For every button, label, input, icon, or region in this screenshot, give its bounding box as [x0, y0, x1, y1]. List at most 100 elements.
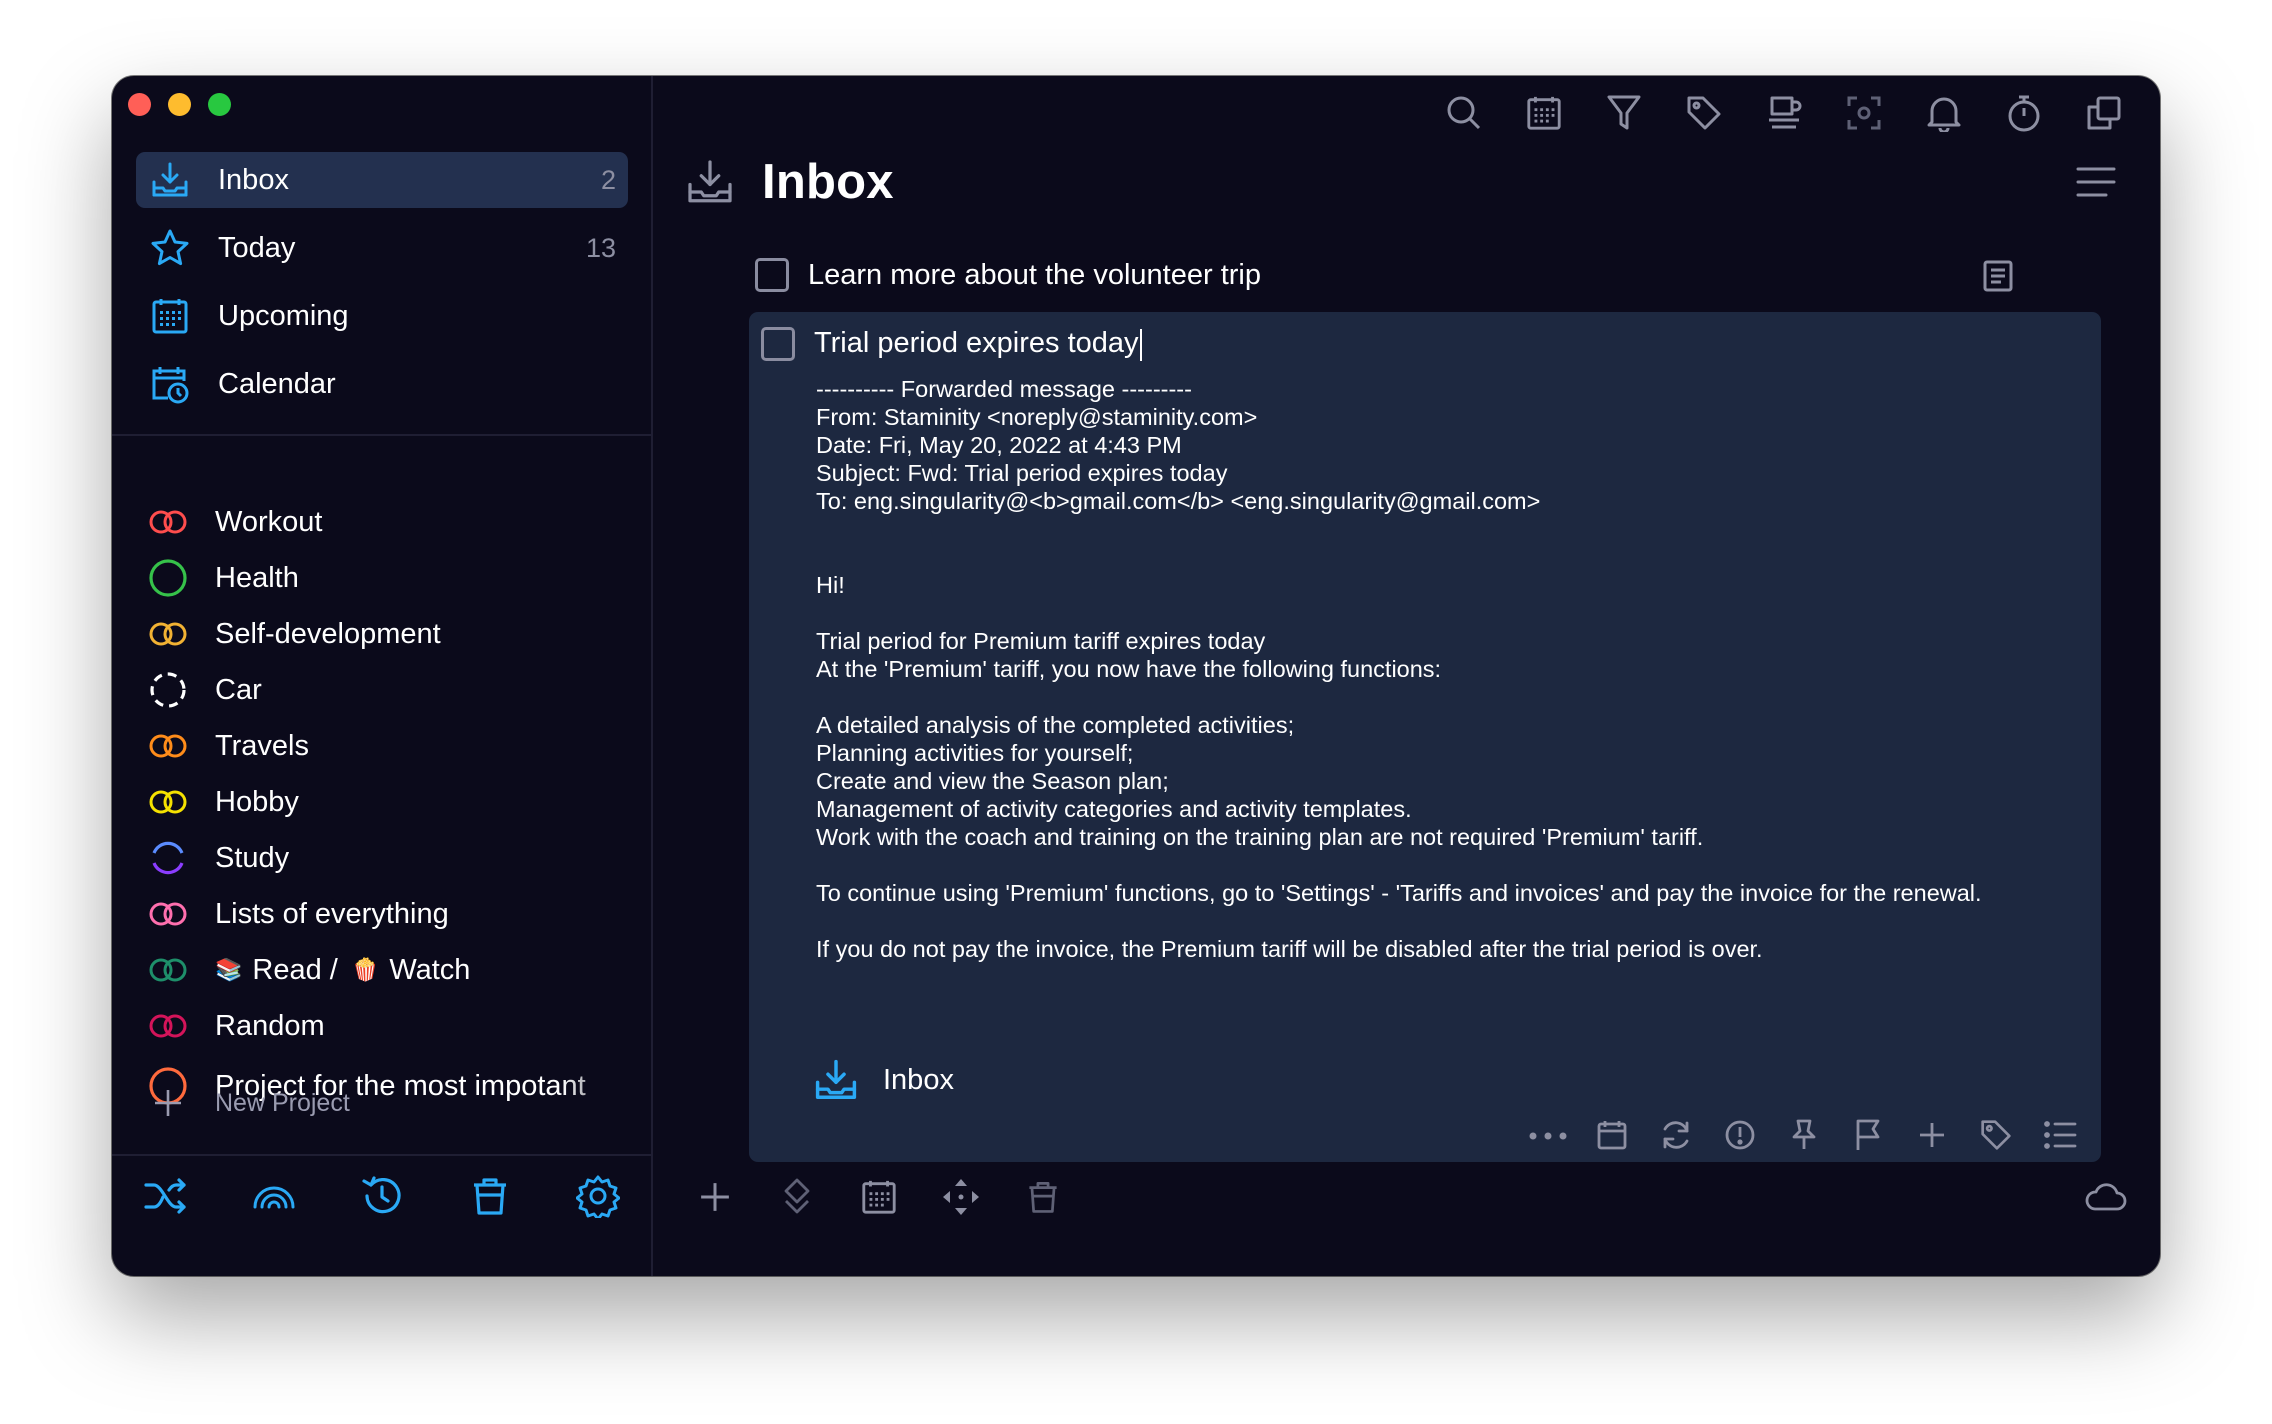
sidebar-item-upcoming[interactable]: Upcoming: [136, 288, 628, 344]
project-study[interactable]: Study: [146, 830, 636, 886]
focus-button[interactable]: [1837, 89, 1890, 142]
sort-menu-button[interactable]: [2074, 160, 2118, 204]
plus-icon: [1917, 1120, 1947, 1155]
priority-button[interactable]: [1719, 1116, 1761, 1158]
task-note-indicator[interactable]: [1980, 258, 2020, 298]
gear-icon: [575, 1174, 621, 1223]
history-button[interactable]: [352, 1168, 412, 1228]
inbox-tray-icon: [148, 158, 192, 202]
project-label: Workout: [215, 505, 323, 538]
sidebar-item-label: Inbox: [218, 163, 289, 196]
trash-icon: [470, 1175, 510, 1222]
task-title[interactable]: Learn more about the volunteer trip: [808, 259, 1261, 292]
delete-button[interactable]: [1018, 1174, 1068, 1224]
mini-window-button[interactable]: [2077, 89, 2130, 142]
project-label: Car: [215, 673, 262, 706]
filter-button[interactable]: [1597, 89, 1650, 142]
zoom-window-button[interactable]: [208, 93, 231, 116]
note-icon: [1980, 260, 2016, 298]
plus-icon: [146, 1081, 190, 1125]
pin-button[interactable]: [1783, 1116, 1825, 1158]
sidebar-item-label: Calendar: [218, 367, 336, 400]
task-project-label[interactable]: Inbox: [813, 1057, 954, 1103]
task-checkbox[interactable]: [755, 258, 789, 292]
infinity-rings-icon: [146, 892, 190, 936]
notes-line: Trial period for Premium tariff expires …: [816, 628, 1266, 654]
task-checkbox[interactable]: [761, 327, 795, 361]
sidebar-item-today[interactable]: Today 13: [136, 220, 628, 276]
project-random[interactable]: Random: [146, 998, 636, 1054]
new-project-button[interactable]: New Project: [146, 1081, 350, 1125]
notes-blank-line: [816, 907, 2071, 935]
diamond-stack-icon: [782, 1177, 812, 1222]
sidebar-nav: Inbox 2 Today 13 Upcoming Calendar: [136, 152, 628, 424]
windows-stack-icon: [2086, 95, 2122, 136]
sidebar-item-calendar[interactable]: Calendar: [136, 356, 628, 412]
task-title-input[interactable]: Trial period expires today: [814, 327, 1142, 361]
schedule-button[interactable]: [1591, 1116, 1633, 1158]
checklist-button[interactable]: [2039, 1116, 2081, 1158]
notes-blank-line: [816, 683, 2071, 711]
task-row[interactable]: Trial period expires today: [761, 327, 1142, 361]
rainbow-button[interactable]: [244, 1168, 304, 1228]
shuffle-button[interactable]: [136, 1168, 196, 1228]
notes-line: Hi!: [816, 572, 845, 598]
project-read-watch[interactable]: 📚 Read / 🍿 Watch: [146, 942, 636, 998]
project-hobby[interactable]: Hobby: [146, 774, 636, 830]
notes-line: Planning activities for yourself;: [816, 740, 1134, 766]
page-title: Inbox: [762, 155, 894, 209]
flag-button[interactable]: [1847, 1116, 1889, 1158]
sidebar-item-inbox[interactable]: Inbox 2: [136, 152, 628, 208]
schedule-all-button[interactable]: [854, 1174, 904, 1224]
project-health[interactable]: Health: [146, 550, 636, 606]
project-car[interactable]: Car: [146, 662, 636, 718]
add-subtask-button[interactable]: [1911, 1116, 1953, 1158]
priority-sort-button[interactable]: [772, 1174, 822, 1224]
settings-button[interactable]: [568, 1168, 628, 1228]
add-task-button[interactable]: [690, 1174, 740, 1224]
new-project-label: New Project: [215, 1088, 350, 1117]
sync-button[interactable]: [2080, 1174, 2130, 1224]
exclamation-circle-icon: [1724, 1119, 1756, 1156]
project-workout[interactable]: Workout: [146, 494, 636, 550]
notes-line: To continue using 'Premium' functions, g…: [816, 880, 1982, 906]
calendar-grid-icon: [148, 294, 192, 338]
pin-icon: [1788, 1118, 1820, 1157]
infinity-rings-icon: [146, 780, 190, 824]
sidebar-divider: [112, 434, 653, 436]
minimize-window-button[interactable]: [168, 93, 191, 116]
project-name: Inbox: [883, 1063, 954, 1096]
sidebar-item-label: Upcoming: [218, 299, 349, 332]
close-window-button[interactable]: [128, 93, 151, 116]
popcorn-emoji: 🍿: [351, 957, 380, 982]
notes-line: From: Staminity <noreply@staminity.com>: [816, 404, 1258, 430]
notes-blank-line: [816, 851, 2071, 879]
notifications-button[interactable]: [1917, 89, 1970, 142]
infinity-rings-icon: [146, 500, 190, 544]
coffee-cup-icon: [1765, 94, 1803, 137]
add-tag-button[interactable]: [1975, 1116, 2017, 1158]
timer-button[interactable]: [1997, 89, 2050, 142]
search-button[interactable]: [1437, 89, 1490, 142]
move-button[interactable]: [936, 1174, 986, 1224]
break-button[interactable]: [1757, 89, 1810, 142]
calendar-grid-icon: [1525, 94, 1563, 137]
more-button[interactable]: [1527, 1116, 1569, 1158]
task-row[interactable]: Learn more about the volunteer trip: [755, 258, 1261, 292]
task-notes[interactable]: ---------- Forwarded message --------- Fr…: [816, 375, 2071, 963]
task-count-badge: 2: [600, 164, 616, 195]
infinity-rings-icon: [146, 1004, 190, 1048]
gradient-ring-icon: [146, 836, 190, 880]
repeat-icon: [1659, 1118, 1693, 1157]
trash-button[interactable]: [460, 1168, 520, 1228]
repeat-button[interactable]: [1655, 1116, 1697, 1158]
project-self-development[interactable]: Self-development: [146, 606, 636, 662]
tags-button[interactable]: [1677, 89, 1730, 142]
project-travels[interactable]: Travels: [146, 718, 636, 774]
notes-line: ---------- Forwarded message ---------: [816, 376, 1192, 402]
project-label: Study: [215, 841, 290, 874]
bell-icon: [1926, 94, 1962, 137]
calendar-view-button[interactable]: [1517, 89, 1570, 142]
notes-line: Date: Fri, May 20, 2022 at 4:43 PM: [816, 432, 1182, 458]
project-lists-of-everything[interactable]: Lists of everything: [146, 886, 636, 942]
